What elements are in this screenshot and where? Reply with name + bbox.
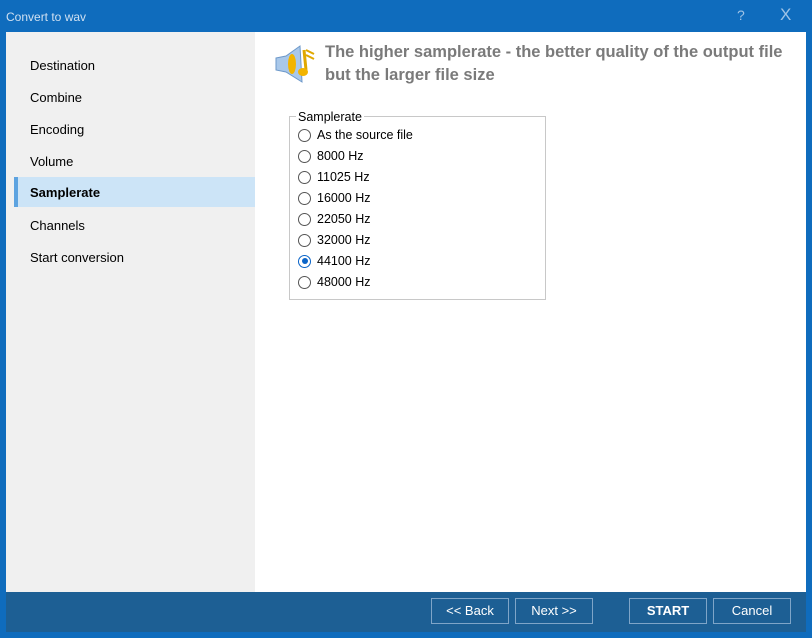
next-button[interactable]: Next >> bbox=[515, 598, 593, 624]
dialog-client: Destination Combine Encoding Volume Samp… bbox=[6, 32, 806, 592]
back-button[interactable]: << Back bbox=[431, 598, 509, 624]
footer-bar: << Back Next >> START Cancel bbox=[6, 592, 806, 632]
radio-button[interactable] bbox=[298, 171, 311, 184]
cancel-button[interactable]: Cancel bbox=[713, 598, 791, 624]
radio-48000[interactable]: 48000 Hz bbox=[298, 275, 371, 289]
radio-button[interactable] bbox=[298, 234, 311, 247]
sidebar-item-channels[interactable]: Channels bbox=[14, 210, 255, 240]
radio-label: 16000 Hz bbox=[317, 191, 371, 205]
sidebar-item-start-conversion[interactable]: Start conversion bbox=[14, 242, 255, 272]
radio-label: 32000 Hz bbox=[317, 233, 371, 247]
close-button[interactable]: X bbox=[780, 5, 791, 25]
radio-16000[interactable]: 16000 Hz bbox=[298, 191, 371, 205]
radio-label: 44100 Hz bbox=[317, 254, 371, 268]
radio-source-file[interactable]: As the source file bbox=[298, 128, 413, 142]
sidebar-item-destination[interactable]: Destination bbox=[14, 50, 255, 80]
radio-label: 8000 Hz bbox=[317, 149, 364, 163]
sidebar-item-combine[interactable]: Combine bbox=[14, 82, 255, 112]
radio-11025[interactable]: 11025 Hz bbox=[298, 170, 370, 184]
radio-8000[interactable]: 8000 Hz bbox=[298, 149, 364, 163]
radio-label: As the source file bbox=[317, 128, 413, 142]
speaker-music-icon bbox=[272, 44, 316, 86]
sidebar: Destination Combine Encoding Volume Samp… bbox=[6, 32, 255, 592]
radio-label: 48000 Hz bbox=[317, 275, 371, 289]
group-label: Samplerate bbox=[296, 110, 364, 124]
samplerate-group: Samplerate As the source file 8000 Hz 11… bbox=[289, 116, 546, 300]
radio-button[interactable] bbox=[298, 276, 311, 289]
radio-label: 22050 Hz bbox=[317, 212, 371, 226]
radio-32000[interactable]: 32000 Hz bbox=[298, 233, 371, 247]
radio-button[interactable] bbox=[298, 192, 311, 205]
window-title: Convert to wav bbox=[6, 10, 86, 24]
start-button[interactable]: START bbox=[629, 598, 707, 624]
radio-44100[interactable]: 44100 Hz bbox=[298, 254, 371, 268]
radio-button[interactable] bbox=[298, 150, 311, 163]
radio-button-checked[interactable] bbox=[298, 255, 311, 268]
sidebar-item-encoding[interactable]: Encoding bbox=[14, 114, 255, 144]
radio-label: 11025 Hz bbox=[317, 170, 370, 184]
sidebar-item-samplerate[interactable]: Samplerate bbox=[14, 177, 255, 207]
radio-button[interactable] bbox=[298, 129, 311, 142]
radio-button[interactable] bbox=[298, 213, 311, 226]
radio-22050[interactable]: 22050 Hz bbox=[298, 212, 371, 226]
help-button[interactable]: ? bbox=[737, 7, 745, 23]
sidebar-item-volume[interactable]: Volume bbox=[14, 146, 255, 176]
page-heading: The higher samplerate - the better quali… bbox=[325, 41, 785, 87]
